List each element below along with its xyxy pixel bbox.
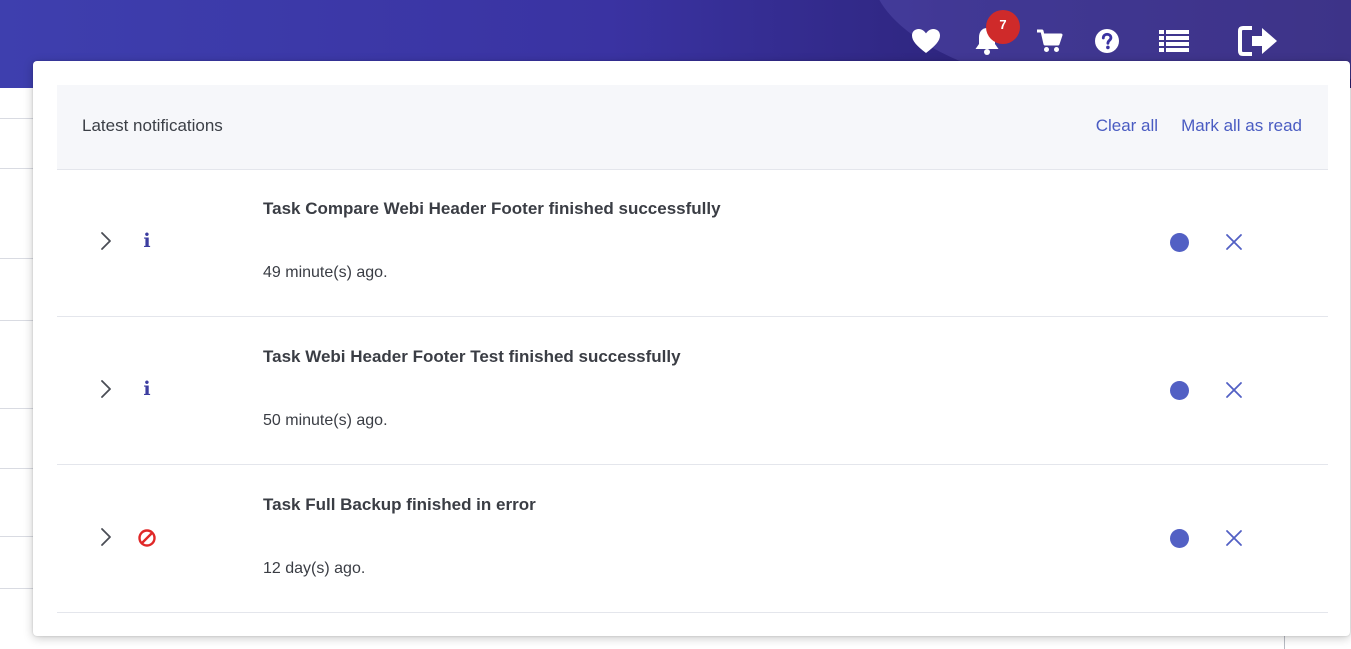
notification-item: i Task Webi Header Footer Test finished … (57, 317, 1328, 465)
panel-title: Latest notifications (82, 116, 223, 135)
info-icon: i (143, 230, 151, 252)
notification-title: Task Compare Webi Header Footer finished… (263, 199, 721, 218)
heart-icon[interactable] (910, 26, 942, 56)
page: 7 Latest notifications Clear all Mark al… (0, 0, 1351, 649)
close-icon[interactable] (1225, 233, 1243, 251)
info-icon: i (143, 378, 151, 400)
error-icon (137, 528, 157, 548)
list-icon[interactable] (1157, 26, 1191, 56)
mark-all-read-link[interactable]: Mark all as read (1181, 116, 1302, 136)
cart-icon[interactable] (1034, 26, 1064, 56)
mark-read-dot[interactable] (1170, 529, 1189, 548)
notification-count-badge: 7 (986, 10, 1020, 44)
chevron-right-icon[interactable] (98, 524, 114, 550)
notification-title: Task Full Backup finished in error (263, 495, 536, 514)
mark-read-dot[interactable] (1170, 381, 1189, 400)
notifications-panel: Latest notifications Clear all Mark all … (33, 61, 1350, 636)
notification-item: Task Full Backup finished in error 12 da… (57, 465, 1328, 613)
notification-time: 50 minute(s) ago. (263, 412, 388, 429)
chevron-right-icon[interactable] (98, 228, 114, 254)
logout-icon[interactable] (1237, 26, 1281, 56)
clear-all-link[interactable]: Clear all (1096, 116, 1158, 136)
notification-time: 12 day(s) ago. (263, 560, 366, 577)
mark-read-dot[interactable] (1170, 233, 1189, 252)
notification-title: Task Webi Header Footer Test finished su… (263, 347, 681, 366)
close-icon[interactable] (1225, 381, 1243, 399)
notification-time: 49 minute(s) ago. (263, 264, 388, 281)
help-icon[interactable] (1092, 26, 1122, 56)
chevron-right-icon[interactable] (98, 376, 114, 402)
panel-header: Latest notifications Clear all Mark all … (57, 85, 1328, 170)
notification-item: i Task Compare Webi Header Footer finish… (57, 169, 1328, 317)
background-divider (1284, 636, 1285, 649)
close-icon[interactable] (1225, 529, 1243, 547)
header-actions: Clear all Mark all as read (1096, 116, 1302, 136)
